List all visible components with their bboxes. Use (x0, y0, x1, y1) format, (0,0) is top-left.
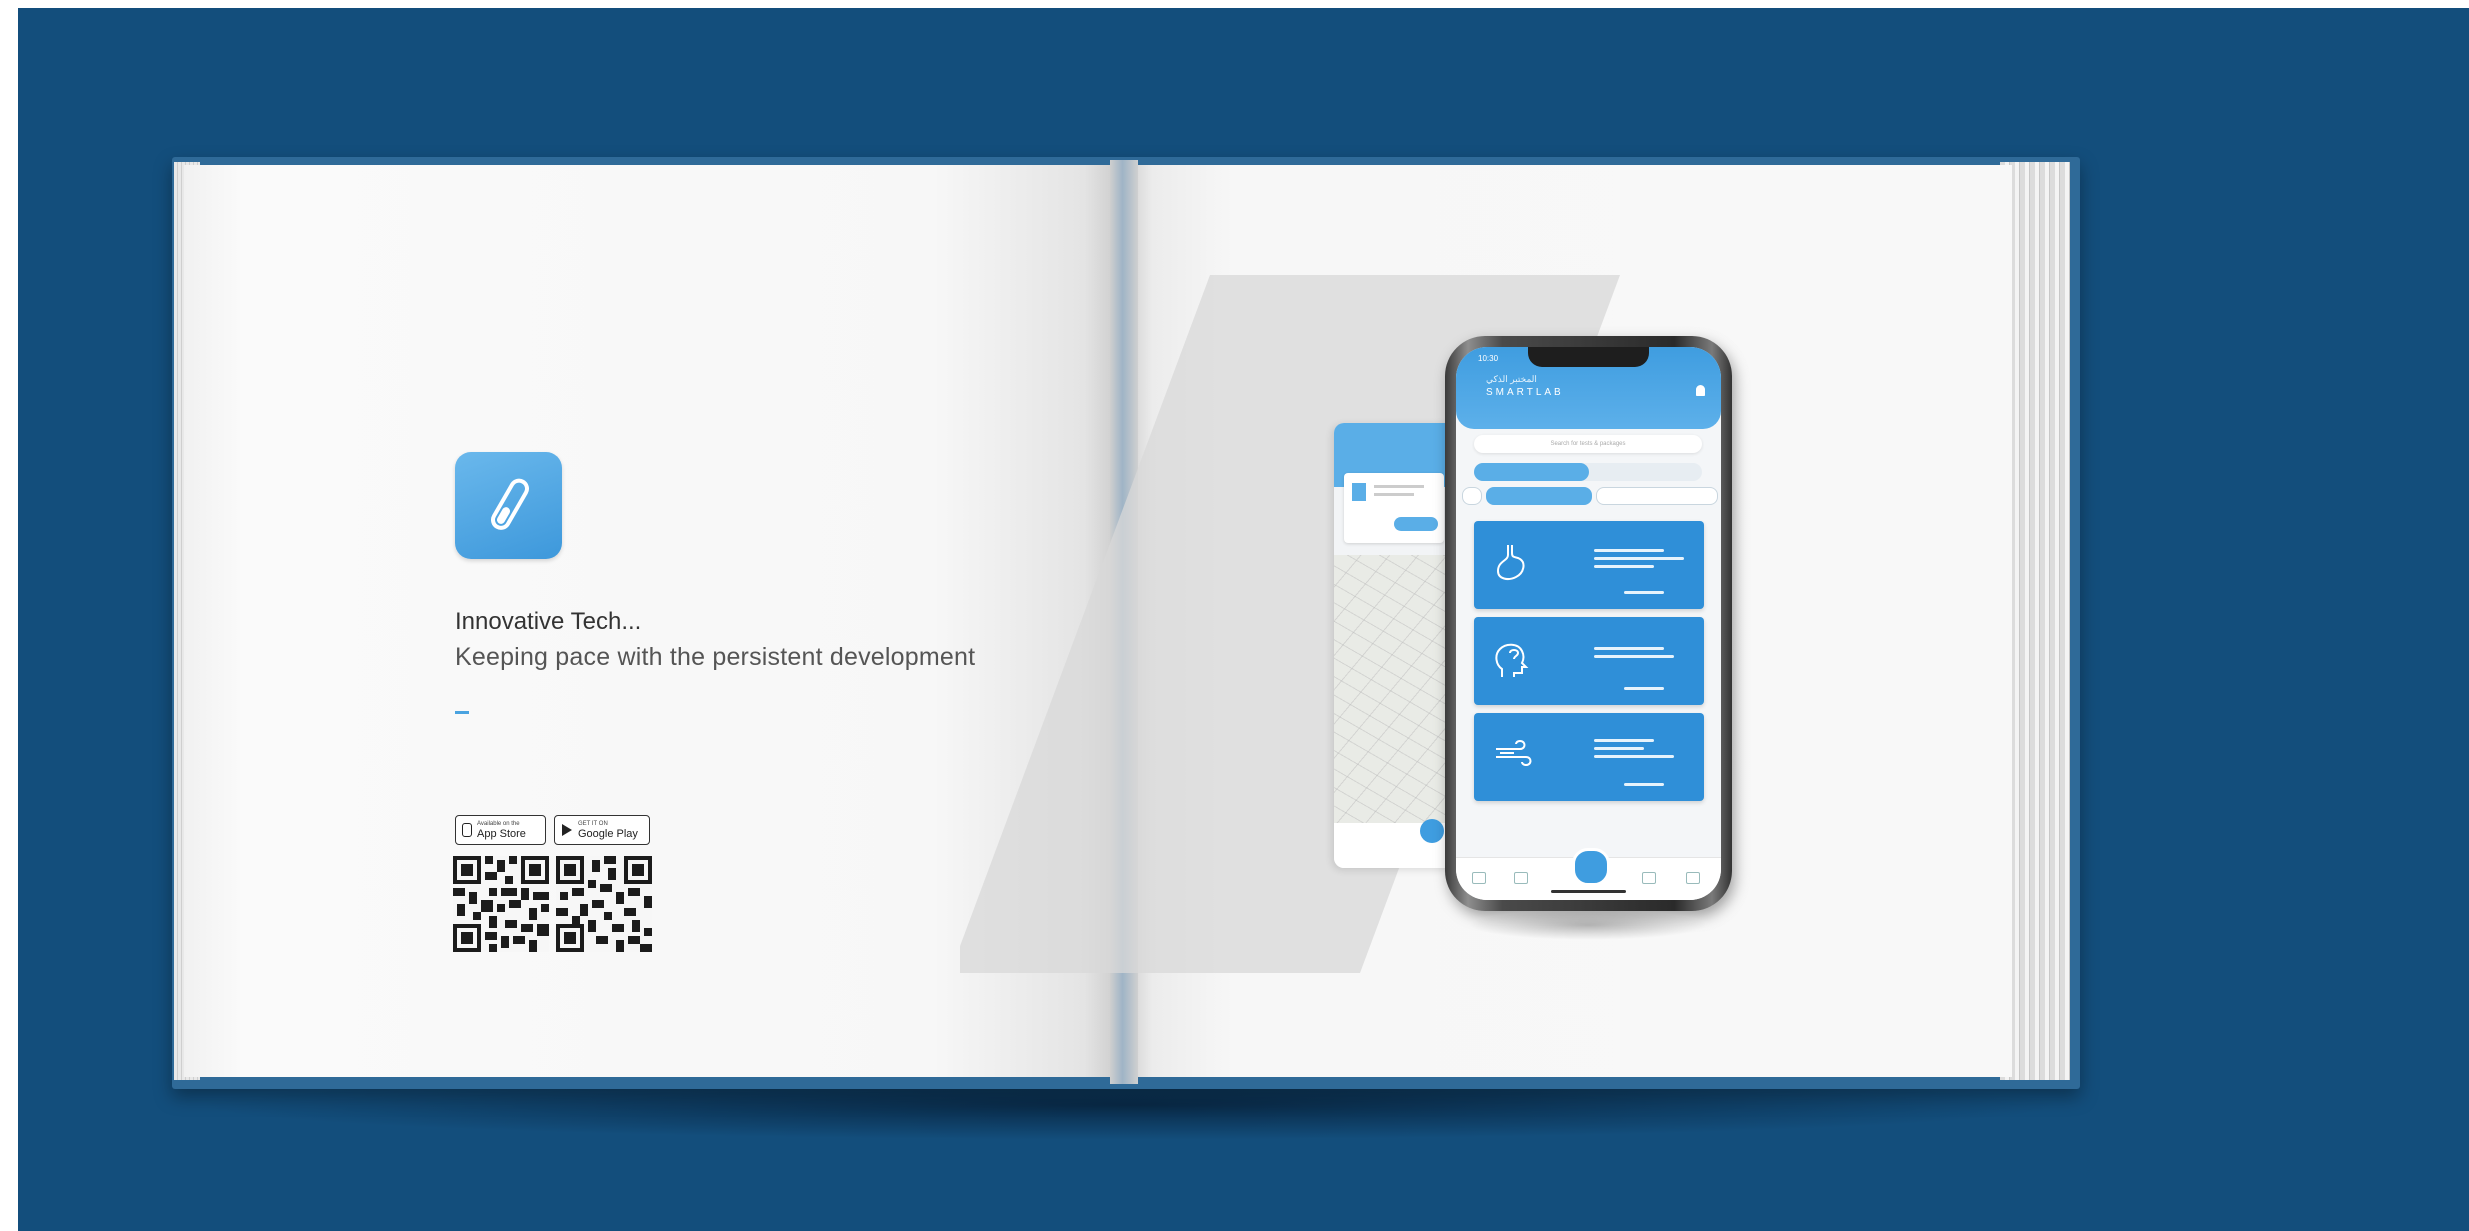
apple-icon (462, 823, 472, 837)
filter-chip[interactable] (1596, 487, 1718, 505)
bell-icon[interactable] (1696, 385, 1705, 396)
search-input[interactable]: Search for tests & packages (1474, 435, 1702, 453)
phone-notch (1528, 347, 1649, 367)
app-store-badge[interactable]: Available on the App Store (455, 815, 546, 845)
app-store-big-text: App Store (477, 827, 526, 840)
segment-active[interactable] (1474, 463, 1589, 481)
test-card[interactable] (1474, 617, 1704, 705)
tab-center-button[interactable] (1572, 848, 1610, 886)
secondary-phone-screen (1334, 423, 1451, 868)
google-play-small-text: GET IT ON (578, 820, 608, 827)
app-brand: SMARTLAB (1486, 387, 1564, 398)
app-icon (455, 452, 562, 559)
app-store-small-text: Available on the (477, 820, 520, 827)
test-card[interactable] (1474, 521, 1704, 609)
phone-mockup: 10:30 المختبر الذكي SMARTLAB Search for … (1445, 336, 1732, 911)
filter-chip-active[interactable] (1486, 487, 1592, 505)
tab-home[interactable] (1472, 872, 1486, 884)
tab-bar (1456, 848, 1721, 900)
page-subheading: Keeping pace with the persistent develop… (455, 643, 976, 671)
accent-dash (455, 711, 469, 714)
google-play-badge-text: GET IT ON Google Play (578, 821, 638, 840)
status-time: 10:30 (1478, 354, 1499, 363)
map-view (1334, 555, 1451, 825)
play-icon (562, 824, 572, 836)
filter-chip[interactable] (1462, 487, 1482, 505)
app-store-badge-text: Available on the App Store (477, 821, 526, 840)
secondary-tab-bar (1334, 819, 1451, 868)
test-tube-icon (491, 478, 529, 530)
tab-profile[interactable] (1686, 872, 1700, 884)
phone-screen: 10:30 المختبر الذكي SMARTLAB Search for … (1456, 347, 1721, 900)
google-play-badge[interactable]: GET IT ON Google Play (554, 815, 650, 845)
test-card[interactable] (1474, 713, 1704, 801)
stomach-icon (1496, 545, 1525, 580)
app-brand-arabic: المختبر الذكي (1486, 374, 1537, 384)
secondary-screen-card (1344, 473, 1444, 543)
head-question-icon (1495, 643, 1529, 677)
tab-tests[interactable] (1514, 872, 1528, 884)
home-indicator (1551, 890, 1626, 893)
wind-icon (1496, 739, 1532, 767)
page-heading: Innovative Tech... (455, 608, 642, 635)
phone-shadow (1468, 910, 1708, 940)
qr-code-app-store[interactable] (453, 856, 549, 952)
tab-results[interactable] (1642, 872, 1656, 884)
google-play-big-text: Google Play (578, 827, 638, 840)
qr-code-google-play[interactable] (556, 856, 652, 952)
